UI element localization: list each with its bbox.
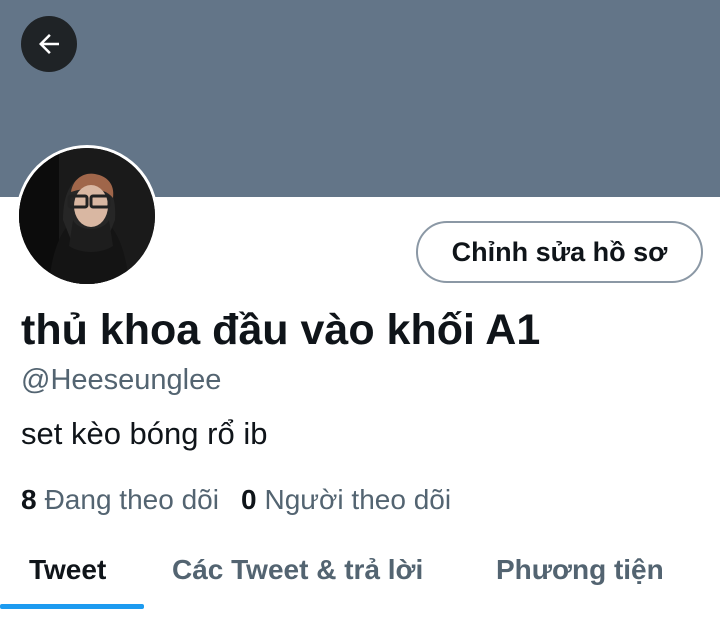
user-handle: @Heeseunglee (21, 364, 222, 396)
active-tab-indicator (0, 604, 144, 609)
user-bio: set kèo bóng rổ ib (21, 416, 268, 451)
tab-tweets[interactable]: Tweet (29, 530, 106, 610)
follow-stats: 8 Đang theo dõi 0 Người theo dõi (21, 484, 473, 516)
profile-tabs: Tweet Các Tweet & trả lời Phương tiện (0, 530, 720, 610)
avatar[interactable] (16, 145, 158, 287)
following-link[interactable]: 8 Đang theo dõi (21, 484, 219, 516)
followers-count: 0 (240, 484, 257, 515)
tab-tweets-and-replies[interactable]: Các Tweet & trả lời (172, 530, 423, 610)
display-name: thủ khoa đầu vào khối A1 (21, 306, 541, 354)
following-label: Đang theo dõi (44, 484, 219, 515)
followers-label: Người theo dõi (264, 484, 452, 515)
following-count: 8 (21, 484, 37, 515)
back-button[interactable] (21, 16, 77, 72)
edit-profile-button[interactable]: Chỉnh sửa hồ sơ (416, 221, 703, 283)
profile-photo (19, 148, 155, 284)
tab-media[interactable]: Phương tiện (496, 530, 664, 610)
arrow-left-icon (34, 29, 64, 59)
followers-link[interactable]: 0 Người theo dõi (241, 484, 451, 516)
